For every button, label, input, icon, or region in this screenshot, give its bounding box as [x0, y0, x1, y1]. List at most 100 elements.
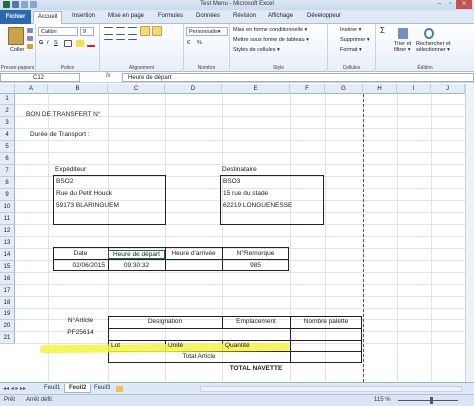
row-header-9[interactable]: 9: [0, 189, 15, 201]
cell-destinataire-line1[interactable]: BSO3: [223, 178, 240, 185]
cell-transport[interactable]: Durée de Transport :: [30, 131, 90, 138]
cell-designation[interactable]: Designation: [108, 318, 222, 325]
paste-label[interactable]: Coller: [10, 47, 24, 53]
cut-icon[interactable]: [27, 28, 33, 33]
cell-total-article[interactable]: Total Article: [108, 353, 290, 360]
tab-data[interactable]: Données: [196, 13, 220, 19]
merge-center-icon[interactable]: [152, 26, 162, 36]
zoom-level[interactable]: 115 %: [374, 397, 391, 403]
number-format-select[interactable]: Personnalis▾: [186, 27, 228, 36]
bold-button[interactable]: G: [39, 40, 43, 46]
tab-file[interactable]: Fichier: [0, 10, 31, 24]
zoom-slider[interactable]: [398, 400, 458, 401]
align-top-icon[interactable]: [104, 27, 113, 35]
cell-article-label[interactable]: N°Article: [53, 317, 108, 324]
wrap-text-icon[interactable]: [140, 26, 150, 36]
value-depart[interactable]: 09:30:32: [108, 262, 165, 269]
format-cells-button[interactable]: Format ▾: [340, 47, 362, 53]
row-header-13[interactable]: 13: [0, 237, 15, 249]
row-header-20[interactable]: 20: [0, 320, 15, 332]
select-all-corner[interactable]: [0, 84, 15, 94]
header-arrivee[interactable]: Heure d'arrivée: [165, 250, 222, 257]
horizontal-scrollbar[interactable]: [200, 386, 462, 392]
cell-destinataire-line2[interactable]: 15 rue du stade: [223, 190, 268, 197]
autosum-icon[interactable]: Σ: [380, 26, 385, 35]
tab-page-layout[interactable]: Mise en page: [108, 13, 144, 19]
name-box[interactable]: C12: [0, 73, 80, 82]
cell-unite[interactable]: Unité: [168, 342, 183, 349]
row-header-6[interactable]: 6: [0, 153, 15, 165]
row-header-17[interactable]: 17: [0, 285, 15, 297]
column-header-b[interactable]: B: [48, 84, 108, 94]
borders-icon[interactable]: [64, 40, 72, 47]
column-header-j[interactable]: J: [431, 84, 465, 94]
row-header-8[interactable]: 8: [0, 177, 15, 189]
cell-total-navette[interactable]: TOTAL NAVETTE: [222, 365, 290, 372]
sheet-tab-feuil3[interactable]: Feuil3: [90, 384, 114, 392]
align-right-icon[interactable]: [128, 39, 137, 47]
column-header-g[interactable]: G: [325, 84, 363, 94]
value-date[interactable]: 02/06/2015: [53, 262, 108, 269]
cell-styles-button[interactable]: Styles de cellules ▾: [233, 47, 280, 53]
cell-quantite[interactable]: Quantité: [225, 342, 250, 349]
zoom-slider-thumb[interactable]: [430, 397, 433, 404]
align-bottom-icon[interactable]: [128, 27, 137, 35]
italic-button[interactable]: I: [47, 40, 49, 46]
row-header-11[interactable]: 11: [0, 213, 15, 225]
cell-expediteur-line1[interactable]: BSO2: [56, 178, 73, 185]
sort-filter-icon[interactable]: [398, 28, 408, 39]
header-depart-selected[interactable]: Heure de départ: [108, 250, 165, 259]
column-header-h[interactable]: H: [363, 84, 397, 94]
fx-icon[interactable]: fx: [106, 73, 111, 79]
font-name-select[interactable]: Calibri: [38, 27, 78, 36]
tab-developer[interactable]: Développeur: [307, 13, 341, 19]
cell-destinataire-line3[interactable]: 62219 LONGUENESSE: [223, 202, 292, 209]
align-center-icon[interactable]: [116, 39, 125, 47]
minimize-button[interactable]: –: [434, 0, 445, 9]
row-header-5[interactable]: 5: [0, 141, 15, 153]
row-header-10[interactable]: 10: [0, 201, 15, 213]
column-header-c[interactable]: C: [108, 84, 165, 94]
row-header-15[interactable]: 15: [0, 261, 15, 273]
row-header-12[interactable]: 12: [0, 225, 15, 237]
sort-filter-button[interactable]: Trier et filtrer ▾: [394, 41, 416, 53]
cell-title[interactable]: BON DE TRANSFERT N°: [26, 111, 100, 118]
paste-icon[interactable]: [8, 27, 24, 45]
cell-article-value[interactable]: PF25614: [53, 329, 108, 336]
currency-button[interactable]: €: [187, 40, 190, 46]
tab-formulas[interactable]: Formules: [158, 13, 183, 19]
cell-destinataire-label[interactable]: Destinataire: [222, 166, 257, 173]
vertical-scrollbar[interactable]: [465, 84, 474, 382]
find-select-icon[interactable]: [424, 28, 434, 39]
maximize-button[interactable]: ▫: [445, 0, 456, 9]
align-left-icon[interactable]: [104, 39, 113, 47]
row-header-16[interactable]: 16: [0, 273, 15, 285]
sheet-tab-feuil1[interactable]: Feuil1: [40, 384, 64, 392]
sheet-tab-feuil2[interactable]: Feuil2: [64, 384, 92, 393]
column-header-a[interactable]: A: [15, 84, 48, 94]
new-sheet-icon[interactable]: [116, 386, 123, 392]
delete-cells-button[interactable]: Supprimer ▾: [340, 37, 370, 43]
align-middle-icon[interactable]: [116, 27, 125, 35]
row-header-7[interactable]: 7: [0, 165, 15, 177]
underline-button[interactable]: S: [54, 40, 58, 46]
row-header-18[interactable]: 18: [0, 297, 15, 309]
copy-icon[interactable]: [27, 36, 33, 41]
row-header-3[interactable]: 3: [0, 117, 15, 129]
tab-view[interactable]: Affichage: [268, 13, 293, 19]
tab-review[interactable]: Révision: [233, 13, 256, 19]
cell-expediteur-line3[interactable]: 59173 BLARINGUEM: [56, 202, 119, 209]
row-header-14[interactable]: 14: [0, 249, 15, 261]
close-button[interactable]: ✕: [456, 0, 472, 9]
tab-home[interactable]: Accueil: [33, 11, 63, 24]
font-color-icon[interactable]: [87, 40, 95, 47]
row-header-1[interactable]: 1: [0, 94, 15, 105]
header-date[interactable]: Date: [53, 250, 108, 257]
format-painter-icon[interactable]: [27, 44, 33, 49]
header-remorque[interactable]: N°Remorque: [222, 250, 289, 257]
formula-input[interactable]: Heure de départ: [122, 73, 474, 82]
format-as-table-button[interactable]: Mettre sous forme de tableau ▾: [233, 37, 309, 43]
conditional-format-button[interactable]: Mise en forme conditionnelle ▾: [233, 27, 307, 33]
cell-expediteur-line2[interactable]: Rue du Petit Houck: [56, 190, 112, 197]
row-header-4[interactable]: 4: [0, 129, 15, 141]
